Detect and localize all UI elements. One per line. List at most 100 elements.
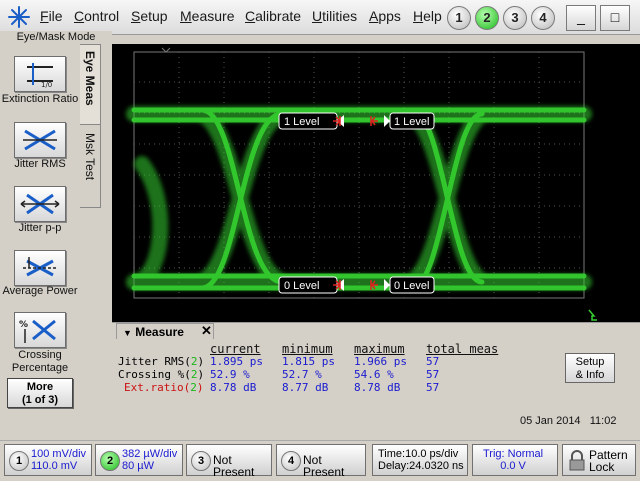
menu-measure[interactable]: Measure <box>180 8 234 24</box>
jitter-rms-total: 57 <box>426 355 440 368</box>
channel-4-status: Not Present <box>303 453 345 479</box>
tab-msk-test-label: Msk Test <box>83 133 97 181</box>
header-current: current <box>210 342 261 356</box>
jitter-rms-current: 1.895 ps <box>210 355 263 368</box>
close-icon[interactable]: ✕ <box>201 323 212 339</box>
maximize-button[interactable]: □ <box>600 5 630 31</box>
channel-4-scale-button[interactable]: 4 Not Present <box>276 444 366 479</box>
eye-diagram: 1 Level 1 Level 0 Level 0 Level <box>126 47 597 321</box>
channel-2-badge: 2 <box>100 451 120 471</box>
jitter-rms-minimum: 1.815 ps <box>282 355 335 368</box>
channel-4-button[interactable]: 4 <box>531 6 555 30</box>
setup-info-button[interactable]: Setup & Info <box>565 353 615 383</box>
eye-trace <box>126 106 592 291</box>
header-maximum: maximum <box>354 342 405 356</box>
channel-1-button[interactable]: 1 <box>447 6 471 30</box>
crossing-current: 52.9 % <box>210 368 250 381</box>
average-power-button[interactable] <box>14 250 66 286</box>
jitter-pp-button[interactable] <box>14 186 66 222</box>
zero-level-right-label: 0 Level <box>394 280 429 292</box>
date-time: 05 Jan 2014 11:02 <box>520 415 617 427</box>
measure-title-label: Measure <box>135 325 184 339</box>
more-label: More <box>26 381 54 393</box>
oscilloscope-screen[interactable]: 1 Level 1 Level 0 Level 0 Level <box>112 44 640 364</box>
extinction-ratio-label: Extinction Ratio <box>1 93 79 105</box>
ext-ratio-current: 8.78 dB <box>210 381 257 394</box>
channel-1-offset: 110.0 mV <box>31 460 78 472</box>
header-total: total meas <box>426 342 499 356</box>
menu-setup[interactable]: Setup <box>131 8 168 24</box>
graticule-grid <box>134 52 584 298</box>
timebase-scale: Time:10.0 ps/div <box>378 448 459 460</box>
measure-row-ext-ratio[interactable]: Ext.ratio(2) <box>124 381 203 394</box>
menu-calibrate[interactable]: Calibrate <box>245 8 301 24</box>
timebase-delay: Delay:24.0320 ns <box>378 460 464 472</box>
lock-icon <box>569 450 585 471</box>
jitter-rms-icon <box>23 129 57 151</box>
more-page-label: (1 of 3) <box>21 394 59 406</box>
menu-bar: File Control Setup Measure Calibrate Uti… <box>0 0 640 35</box>
measure-title[interactable]: ▼ Measure ✕ <box>116 323 214 339</box>
crossing-maximum: 54.6 % <box>354 368 394 381</box>
channel-3-status: Not Present <box>213 453 255 479</box>
average-power-label: Average Power <box>2 285 78 297</box>
channel-2-scale-button[interactable]: 2 382 µW/div 80 µW <box>95 444 183 476</box>
channel-1-badge: 1 <box>9 451 29 471</box>
trigger-button[interactable]: Trig: Normal 0.0 V <box>472 444 558 476</box>
one-level-left-label: 1 Level <box>284 116 319 128</box>
jitter-rms-label: Jitter RMS <box>14 158 66 170</box>
tab-eye-meas-label: Eye Meas <box>83 51 97 106</box>
jitter-rms-maximum: 1.966 ps <box>354 355 407 368</box>
lock-label: Lock <box>589 460 615 474</box>
channel-3-button[interactable]: 3 <box>503 6 527 30</box>
info-label: & Info <box>575 369 605 381</box>
measure-row-jitter-rms[interactable]: Jitter RMS(2) <box>118 355 204 368</box>
menu-help[interactable]: Help <box>413 8 442 24</box>
timebase-button[interactable]: Time:10.0 ps/div Delay:24.0320 ns <box>372 444 468 476</box>
trigger-marker-icon <box>161 47 171 53</box>
menu-apps[interactable]: Apps <box>369 8 401 24</box>
measure-row-crossing[interactable]: Crossing %(2) <box>118 368 204 381</box>
crossing-total: 57 <box>426 368 440 381</box>
zero-level-left-label: 0 Level <box>284 280 319 292</box>
channel-3-badge: 3 <box>191 451 211 471</box>
header-minimum: minimum <box>282 342 333 356</box>
more-button[interactable]: More (1 of 3) <box>7 378 73 408</box>
menu-control[interactable]: Control <box>74 8 119 24</box>
extinction-ratio-icon: 1/0 <box>27 63 53 89</box>
channel-1-scale-button[interactable]: 1 100 mV/div 110.0 mV <box>4 444 92 476</box>
channel-2-offset: 80 µW <box>122 460 155 472</box>
measurement-sidebar: 1/0 Extinction Ratio Jitter RMS Jitter p… <box>0 46 80 416</box>
channel-2-scale: 382 µW/div <box>122 448 178 460</box>
collapse-icon[interactable]: ▼ <box>123 328 132 338</box>
jitter-pp-icon <box>20 193 60 215</box>
crossing-percentage-button[interactable]: % <box>14 312 66 348</box>
ext-ratio-maximum: 8.78 dB <box>354 381 401 394</box>
jitter-pp-label: Jitter p-p <box>18 222 62 234</box>
crossing-minimum: 52.7 % <box>282 368 322 381</box>
svg-text:1/0: 1/0 <box>41 81 52 89</box>
menu-file[interactable]: File <box>40 8 63 24</box>
ext-ratio-total: 57 <box>426 381 440 394</box>
trigger-mode: Trig: Normal <box>483 448 544 460</box>
jitter-rms-button[interactable] <box>14 122 66 158</box>
ground-marker-icon <box>588 309 597 321</box>
menu-utilities[interactable]: Utilities <box>312 8 357 24</box>
minimize-button[interactable]: _ <box>566 5 596 31</box>
channel-2-button[interactable]: 2 <box>475 6 499 30</box>
crossing-percentage-label: Crossing Percentage <box>11 349 69 374</box>
ext-ratio-minimum: 8.77 dB <box>282 381 329 394</box>
tab-msk-test[interactable]: Msk Test <box>80 124 101 208</box>
agilent-logo-icon <box>8 6 30 28</box>
channel-4-badge: 4 <box>281 451 301 471</box>
channel-3-scale-button[interactable]: 3 Not Present <box>186 444 272 479</box>
mode-label: Eye/Mask Mode <box>0 31 112 45</box>
average-power-icon <box>23 257 57 277</box>
crossing-percentage-icon: % <box>19 319 56 343</box>
extinction-ratio-button[interactable]: 1/0 <box>14 56 66 92</box>
channel-1-scale: 100 mV/div <box>31 448 87 460</box>
measure-panel: ▼ Measure ✕ current minimum maximum tota… <box>112 322 640 409</box>
level-markers: 1 Level 1 Level 0 Level 0 Level <box>278 112 435 294</box>
pattern-lock-button[interactable]: Pattern Lock <box>562 444 636 476</box>
setup-label: Setup <box>575 356 605 368</box>
